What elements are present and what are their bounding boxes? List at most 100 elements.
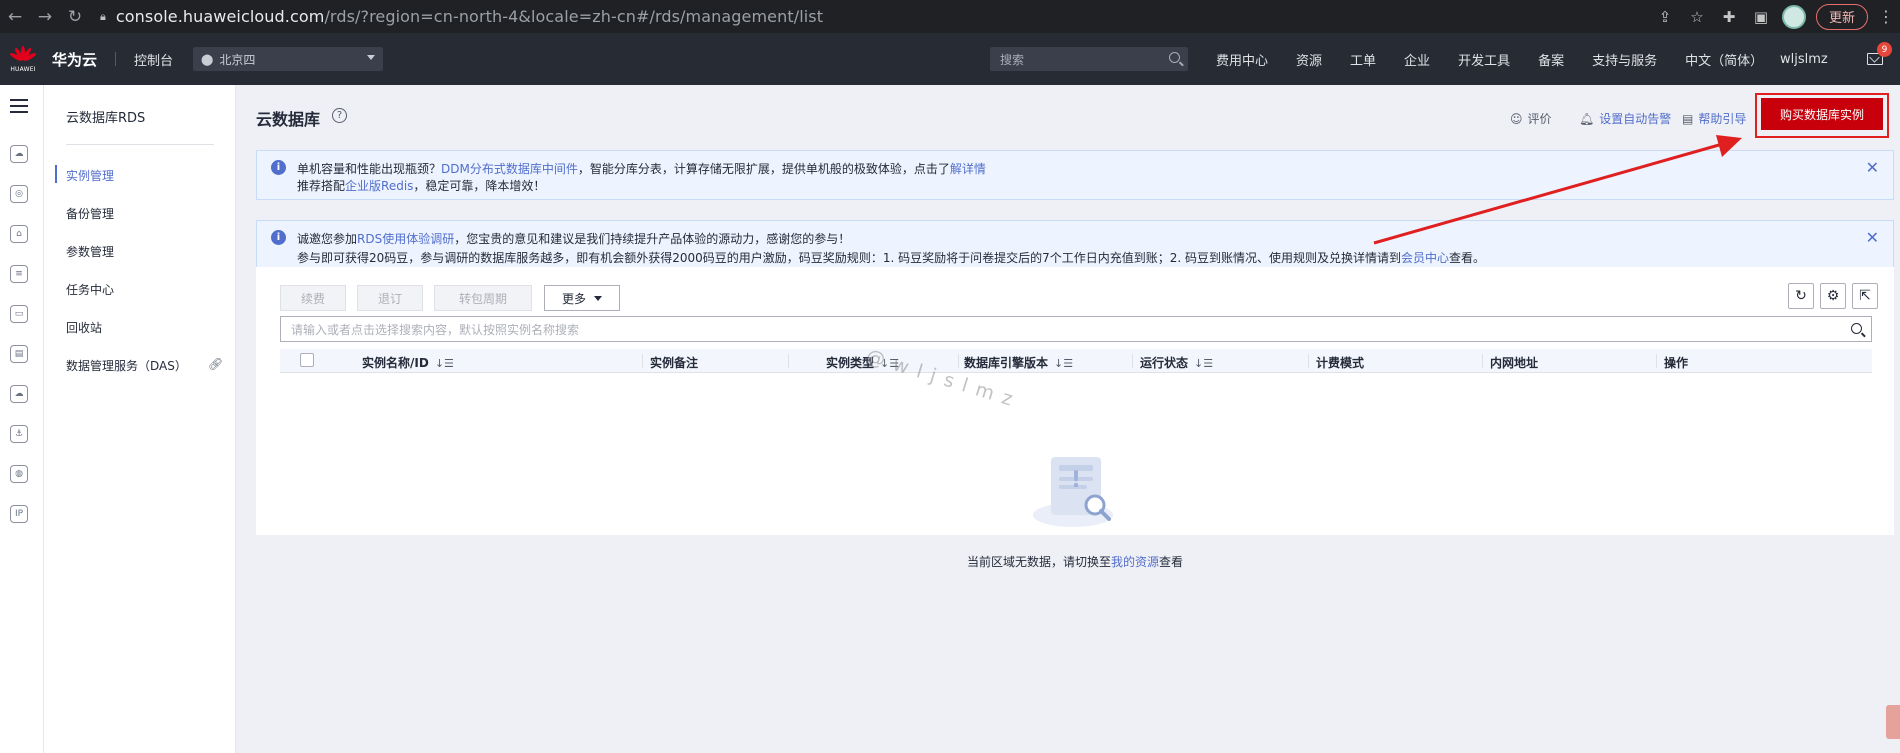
update-button[interactable]: 更新 [1815,3,1868,30]
export-button[interactable]: ⇱ [1852,283,1878,309]
svg-text:!: ! [1071,468,1081,493]
back-icon[interactable]: ← [0,0,30,33]
logo-text: HUAWEI [10,66,36,73]
gear-icon: ⚙ [1826,288,1840,304]
bookmark-star-icon[interactable]: ☆ [1686,6,1708,28]
menu-item-parameters[interactable]: 参数管理 [66,243,114,260]
region-label: 北京四 [219,52,256,67]
menu-item-backups[interactable]: 备份管理 [66,205,114,222]
info-icon: i [271,230,286,245]
learn-more-link[interactable]: 解详情 [950,162,986,176]
sort-icon[interactable]: ↓☰ [1194,357,1213,370]
nav-dev-tools[interactable]: 开发工具 [1458,50,1510,69]
extensions-icon[interactable]: ✚ [1718,6,1740,28]
globe-icon[interactable]: ◍ [10,465,28,483]
service-submenu: 云数据库RDS 实例管理 备份管理 参数管理 任务中心 回收站 数据管理服务（D… [44,85,236,753]
notice-ddm-line2: 推荐搭配企业版Redis，稳定可靠，降本增效！ [297,179,546,193]
location-pin-icon: ⬤ [201,52,214,66]
console-header: HUAWEI 华为云 控制台 ⬤ 北京四 搜索 费用中心 资源 工单 企业 开发… [0,33,1900,85]
column-divider [1656,354,1657,368]
ddm-link[interactable]: DDM分布式数据库中间件 [441,162,578,176]
instance-list-panel: 续费 退订 转包周期 更多 ↻ ⚙ ⇱ 请输入或者点击选择搜索内容，默认按照实例… [256,267,1894,569]
column-divider [788,354,789,368]
annotation-arrow [1373,135,1742,245]
external-link-icon[interactable]: 🔗︎ [208,357,223,371]
username[interactable]: wljslmz [1780,52,1828,67]
side-panel-icon[interactable]: ▣ [1750,6,1772,28]
ship-icon[interactable]: ⚓ [10,425,28,443]
refresh-icon: ↻ [1795,288,1807,304]
address-bar[interactable]: 🔒︎ console.huaweicloud.com/rds/?region=c… [100,3,1630,30]
column-divider [1308,354,1309,368]
region-selector[interactable]: ⬤ 北京四 [193,47,384,71]
forward-icon[interactable]: → [30,0,60,33]
close-icon[interactable]: ✕ [1866,228,1879,247]
sort-icon[interactable]: ↓☰ [435,357,454,370]
search-placeholder: 搜索 [1000,52,1025,67]
cloud-container-icon[interactable]: ◎ [10,185,28,203]
top-nav: 费用中心 资源 工单 企业 开发工具 备案 支持与服务 中文（简体） [1216,33,1791,85]
reload-icon[interactable]: ↻ [60,0,90,33]
nav-support[interactable]: 支持与服务 [1592,50,1657,69]
cloud-server-icon[interactable]: ☁ [10,145,28,163]
select-all-checkbox[interactable] [300,353,314,367]
browser-actions: ⇪ ☆ ✚ ▣ 更新 ⋮ [1654,0,1900,33]
survey-link[interactable]: RDS使用体验调研 [357,232,454,246]
submenu-title: 云数据库RDS [66,111,146,126]
instance-search-input[interactable]: 请输入或者点击选择搜索内容，默认按照实例名称搜索 [280,316,1872,342]
col-actions: 操作 [1664,356,1689,370]
help-icon[interactable]: ? [332,108,347,123]
column-divider [958,354,959,368]
network-icon[interactable]: ⌂ [10,225,28,243]
col-private-ip: 内网地址 [1490,356,1539,370]
unsubscribe-button[interactable]: 退订 [357,285,423,311]
more-menu-icon[interactable]: ⋮ [1878,7,1894,26]
search-icon[interactable] [1851,323,1862,334]
nav-language[interactable]: 中文（简体） [1685,50,1763,69]
my-resources-link[interactable]: 我的资源 [1111,555,1159,569]
to-monthly-button[interactable]: 转包周期 [434,285,532,311]
col-run-status[interactable]: 运行状态 ↓☰ [1140,354,1213,371]
sort-icon[interactable]: ↓☰ [1054,357,1073,370]
profile-avatar[interactable] [1781,4,1806,29]
share-icon[interactable]: ⇪ [1654,6,1676,28]
hamburger-menu-icon[interactable] [10,99,28,113]
close-icon[interactable]: ✕ [1866,158,1879,177]
refresh-button[interactable]: ↻ [1788,283,1814,309]
cloud-icon[interactable]: ☁ [10,385,28,403]
database-icon[interactable]: ≡ [10,265,28,283]
brand-name[interactable]: 华为云 [52,49,97,70]
feedback-tab[interactable] [1886,705,1900,739]
menu-item-tasks[interactable]: 任务中心 [66,281,114,298]
col-instance-remark: 实例备注 [650,356,699,370]
nav-enterprise[interactable]: 企业 [1404,50,1430,69]
settings-button[interactable]: ⚙ [1820,283,1846,309]
chevron-down-icon [594,295,602,301]
global-search-input[interactable]: 搜索 [990,47,1188,71]
storage-icon[interactable]: ▭ [10,305,28,323]
document-icon[interactable]: ▤ [10,345,28,363]
notice-ddm-line1: 单机容量和性能出现瓶颈？DDM分布式数据库中间件，智能分库分表，计算存储无限扩展… [297,162,986,176]
col-instance-name[interactable]: 实例名称/ID ↓☰ [362,354,454,371]
nav-icp[interactable]: 备案 [1538,50,1564,69]
page-title: 云数据库 [256,110,321,129]
column-divider [1482,354,1483,368]
redis-link[interactable]: 企业版Redis [345,179,413,193]
console-link[interactable]: 控制台 [134,50,173,69]
more-label: 更多 [561,291,586,306]
more-dropdown[interactable]: 更多 [544,285,620,311]
renew-button[interactable]: 续费 [280,285,346,311]
nav-tickets[interactable]: 工单 [1350,50,1376,69]
nav-resources[interactable]: 资源 [1296,50,1322,69]
huawei-flower-icon [9,46,37,61]
ip-icon[interactable]: IP [10,505,28,523]
search-icon[interactable] [1169,52,1180,63]
nav-billing[interactable]: 费用中心 [1216,50,1268,69]
huawei-logo[interactable]: HUAWEI [4,45,42,73]
lock-icon: 🔒︎ [100,9,106,23]
col-engine-version[interactable]: 数据库引擎版本 ↓☰ [964,354,1073,371]
menu-item-recycle-bin[interactable]: 回收站 [66,319,102,336]
menu-item-das[interactable]: 数据管理服务（DAS） [66,357,187,374]
menu-item-instances[interactable]: 实例管理 [66,167,114,184]
main-content: 云数据库 ? ☺ 评价 🔔︎ 设置自动告警 ▤ 帮助引导 购买数据库实例 i 单… [236,85,1900,753]
